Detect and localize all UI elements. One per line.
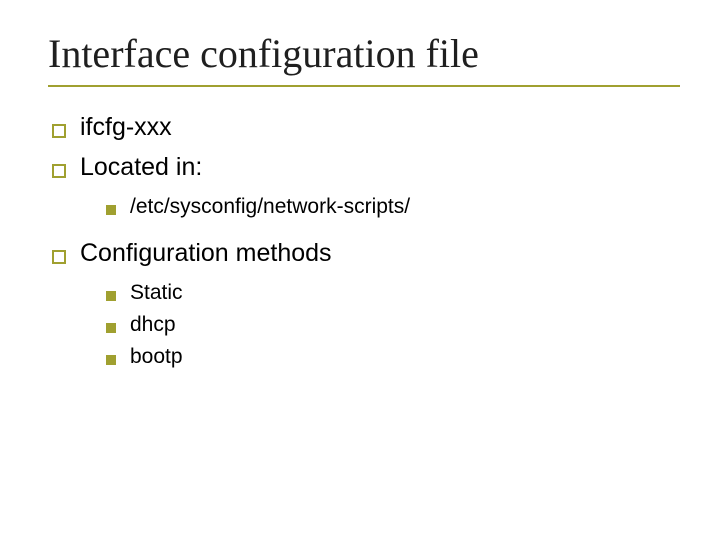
bullet-level2: dhcp — [106, 311, 680, 339]
bullet-text: ifcfg-xxx — [80, 111, 172, 145]
filled-square-icon — [106, 205, 116, 215]
bullet-text: bootp — [130, 343, 183, 371]
bullet-level1: Configuration methods — [52, 237, 680, 271]
hollow-square-icon — [52, 164, 66, 178]
filled-square-icon — [106, 323, 116, 333]
sublist: /etc/sysconfig/network-scripts/ — [106, 193, 680, 221]
hollow-square-icon — [52, 250, 66, 264]
bullet-text: Located in: — [80, 151, 202, 185]
bullet-level2: bootp — [106, 343, 680, 371]
bullet-level2: /etc/sysconfig/network-scripts/ — [106, 193, 680, 221]
bullet-text: Configuration methods — [80, 237, 332, 271]
bullet-text: Static — [130, 279, 183, 307]
title-rule — [48, 85, 680, 87]
sublist: Static dhcp bootp — [106, 279, 680, 372]
bullet-level2: Static — [106, 279, 680, 307]
bullet-text: /etc/sysconfig/network-scripts/ — [130, 193, 410, 221]
slide-title: Interface configuration file — [48, 30, 680, 77]
bullet-level1: Located in: — [52, 151, 680, 185]
filled-square-icon — [106, 355, 116, 365]
bullet-text: dhcp — [130, 311, 176, 339]
hollow-square-icon — [52, 124, 66, 138]
bullet-level1: ifcfg-xxx — [52, 111, 680, 145]
slide: Interface configuration file ifcfg-xxx L… — [0, 0, 720, 408]
filled-square-icon — [106, 291, 116, 301]
